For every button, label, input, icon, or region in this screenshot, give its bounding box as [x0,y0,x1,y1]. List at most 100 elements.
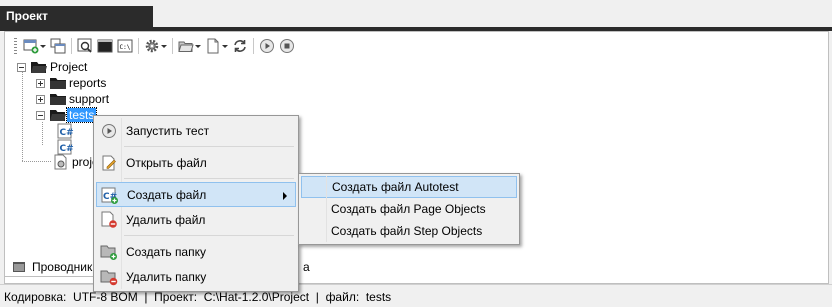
settings-gear-icon [145,39,159,53]
run-icon [260,39,274,53]
svg-text:C#: C# [60,144,74,154]
windows-icon [50,38,66,54]
tree-guide-line [22,72,23,161]
tree-node-cs-file[interactable]: C# [56,139,74,155]
expand-toggle[interactable] [36,78,45,88]
expand-toggle[interactable] [36,94,45,104]
new-item-button[interactable] [22,37,47,55]
submenu-item-step-objects[interactable]: Создать файл Step Objects [301,220,517,242]
menu-item-label: Удалить папку [126,269,207,284]
csharp-file-icon: C# [57,139,74,155]
refresh-button[interactable] [231,37,249,55]
file-label: файл: [325,290,360,304]
tree-node-reports[interactable]: reports [36,75,108,91]
submenu-arrow-icon [283,192,287,200]
svg-text:C#: C# [60,128,74,138]
new-file-button[interactable] [204,37,229,55]
project-path: C:\Hat-1.2.0\Project [203,290,310,304]
toolbar: C:\ [14,36,298,56]
encoding-value: UTF-8 BOM [73,290,138,304]
status-separator: | [144,290,148,304]
folder-delete-icon [100,268,118,286]
menu-item-create-file[interactable]: C# Создать файл [96,182,296,207]
menu-item-label: Создать файл Page Objects [331,202,486,216]
tree-node-project[interactable]: Project [17,59,89,75]
panel-title[interactable]: Проект [0,6,153,27]
status-separator: | [315,290,319,304]
new-file-icon [207,38,219,54]
menu-icon-column [326,176,327,242]
run-icon [100,122,118,140]
menu-item-open-file[interactable]: Открыть файл [96,150,296,175]
open-folder-button[interactable] [177,37,202,55]
toolbar-grip[interactable] [14,38,17,54]
terminal-button[interactable]: C:\ [116,37,134,55]
project-settings-file-icon [54,154,67,170]
menu-item-label: Запустить тест [126,123,210,138]
toolbar-separator [71,38,72,54]
tree-guide-line [42,122,43,146]
menu-item-label: Создать папку [126,244,206,259]
menu-item-create-folder[interactable]: Создать папку [96,239,296,264]
create-file-submenu: Создать файл Autotest Создать файл Page … [298,173,520,245]
menu-separator [124,146,294,147]
collapse-toggle[interactable] [36,110,45,120]
tab-label: a [303,260,310,274]
refresh-icon [234,40,246,52]
tree-label[interactable]: reports [67,76,108,90]
menu-item-delete-file[interactable]: Удалить файл [96,207,296,232]
svg-text:C:\: C:\ [120,44,131,51]
folder-open-icon [31,62,47,73]
stop-icon [280,39,294,53]
tab-label: Проводник [32,259,93,274]
windows-button[interactable] [49,37,67,55]
file-delete-icon [100,211,118,229]
menu-item-label: Создать файл Autotest [332,180,459,194]
tab-partial[interactable]: a [296,257,316,277]
open-folder-icon [178,41,194,52]
tree-node-tests[interactable]: tests [36,107,98,123]
menu-item-delete-folder[interactable]: Удалить папку [96,264,296,289]
csharp-file-icon: C# [57,123,74,139]
tree-label[interactable]: Project [48,60,89,74]
menu-item-label: Создать файл [127,187,207,202]
edit-file-icon [100,154,118,172]
folder-icon [50,78,66,89]
tree-node-support[interactable]: support [36,91,111,107]
tab-explorer[interactable]: Проводник [4,257,94,277]
tree-label[interactable]: support [67,92,111,106]
submenu-item-autotest[interactable]: Создать файл Autotest [301,176,517,198]
folder-add-icon [100,243,118,261]
menu-separator [124,235,294,236]
encoding-label: Кодировка: [4,290,67,304]
console-button[interactable] [96,37,114,55]
terminal-icon: C:\ [117,39,133,53]
file-value: tests [365,290,392,304]
menu-item-label: Удалить файл [126,212,206,227]
settings-button[interactable] [143,37,168,55]
stop-button[interactable] [278,37,296,55]
folder-icon [50,94,66,105]
tree-node-cs-file[interactable]: C# [56,123,74,139]
toolbar-separator [253,38,254,54]
explorer-icon [13,261,25,272]
toolbar-separator [172,38,173,54]
csharp-file-add-icon: C# [101,187,119,205]
run-button[interactable] [258,37,276,55]
menu-item-label: Открыть файл [126,155,207,170]
console-icon [97,39,113,53]
preview-button[interactable] [76,37,94,55]
tree-guide-line [22,161,52,162]
menu-item-label: Создать файл Step Objects [331,224,483,238]
new-item-icon [23,39,39,54]
tree-label[interactable]: tests [65,107,98,123]
collapse-toggle[interactable] [17,62,26,72]
preview-icon [77,38,92,53]
submenu-item-page-objects[interactable]: Создать файл Page Objects [301,198,517,220]
folder-open-icon [50,110,66,121]
project-label: Проект: [154,290,198,304]
menu-separator [124,178,294,179]
menu-item-run-test[interactable]: Запустить тест [96,118,296,143]
toolbar-separator [138,38,139,54]
context-menu: Запустить тест Открыть файл C# Создать ф… [93,115,299,292]
